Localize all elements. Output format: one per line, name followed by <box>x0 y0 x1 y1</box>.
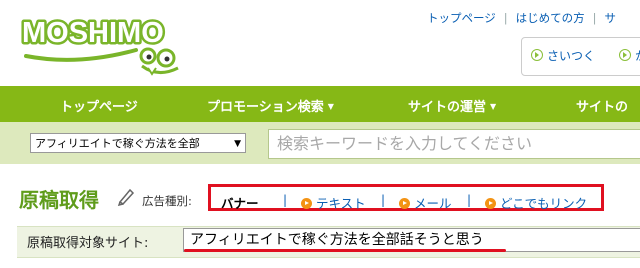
nav-item-site-management[interactable]: サイトの運営 ▼ <box>408 96 496 115</box>
highlight-underline <box>184 249 506 252</box>
tab-separator: | <box>467 193 472 207</box>
nav-item-promotion-search[interactable]: プロモーション検索 ▼ <box>207 96 334 115</box>
tab-label: どこでもリンク <box>500 196 588 211</box>
header-link-more[interactable]: サ <box>605 11 617 25</box>
pencil-icon <box>117 188 135 206</box>
tab-mail[interactable]: メール <box>399 193 452 212</box>
tab-separator: | <box>283 193 288 207</box>
tab-text[interactable]: テキスト <box>301 193 366 212</box>
ad-type-label: 広告種別: <box>142 194 192 208</box>
sub-link-label: さいつく <box>547 49 596 63</box>
target-site-label: 原稿取得対象サイト: <box>27 236 149 251</box>
search-placeholder: 検索キーワードを入力してください <box>277 134 533 153</box>
tab-label: メール <box>414 196 452 211</box>
site-select-value: アフィリエイトで稼ぐ方法を全部 <box>35 137 200 150</box>
nav-item-label: サイトの <box>576 100 629 115</box>
orange-play-icon <box>399 198 410 209</box>
header-separator: | <box>592 11 597 25</box>
tab-label: テキスト <box>316 196 366 211</box>
ad-type-tabs: バナー | テキスト | メール | どこでもリンク <box>208 184 604 211</box>
header-separator: | <box>503 11 508 25</box>
site-select[interactable]: アフィリエイトで稼ぐ方法を全部 ▼ <box>30 133 246 153</box>
page-title: 原稿取得 <box>19 188 99 212</box>
sub-link-label: か <box>635 49 640 63</box>
orange-play-icon <box>301 198 312 209</box>
chevron-down-icon: ▼ <box>327 102 334 111</box>
orange-play-icon <box>485 198 496 209</box>
nav-item-label: サイトの運営 <box>408 100 487 115</box>
nav-item-top[interactable]: トップページ <box>60 96 138 115</box>
svg-text:MOSHIMO: MOSHIMO <box>22 17 164 49</box>
header-link-beginners[interactable]: はじめての方 <box>516 11 585 25</box>
tab-anywhere-link[interactable]: どこでもリンク <box>485 193 587 212</box>
nav-item-label: プロモーション検索 <box>207 100 324 115</box>
header-link-top[interactable]: トップページ <box>427 11 496 25</box>
sub-link-saitsuku[interactable]: さいつく <box>531 47 595 64</box>
chevron-down-icon: ▼ <box>234 139 241 149</box>
tab-label: バナー <box>221 196 259 211</box>
sub-link-box: さいつく か <box>521 37 640 76</box>
play-circle-icon <box>531 49 543 61</box>
main-nav: トップページ プロモーション検索 ▼ サイトの運営 ▼ サイトの <box>0 86 640 122</box>
search-input[interactable]: 検索キーワードを入力してください <box>268 129 640 159</box>
header-links: トップページ | はじめての方 | サ <box>427 10 616 26</box>
nav-item-site-more[interactable]: サイトの <box>576 96 628 115</box>
tab-banner[interactable]: バナー <box>221 193 259 212</box>
target-site-value: アフィリエイトで稼ぐ方法を全部話そうと思う <box>190 232 484 248</box>
play-circle-icon <box>619 49 631 61</box>
moshimo-logo-icon[interactable]: MOSHIMO MOSHIMO <box>18 8 198 82</box>
nav-item-label: トップページ <box>60 100 138 115</box>
tab-separator: | <box>381 193 386 207</box>
chevron-down-icon: ▼ <box>490 102 497 111</box>
sub-link-more[interactable]: か <box>619 47 640 64</box>
